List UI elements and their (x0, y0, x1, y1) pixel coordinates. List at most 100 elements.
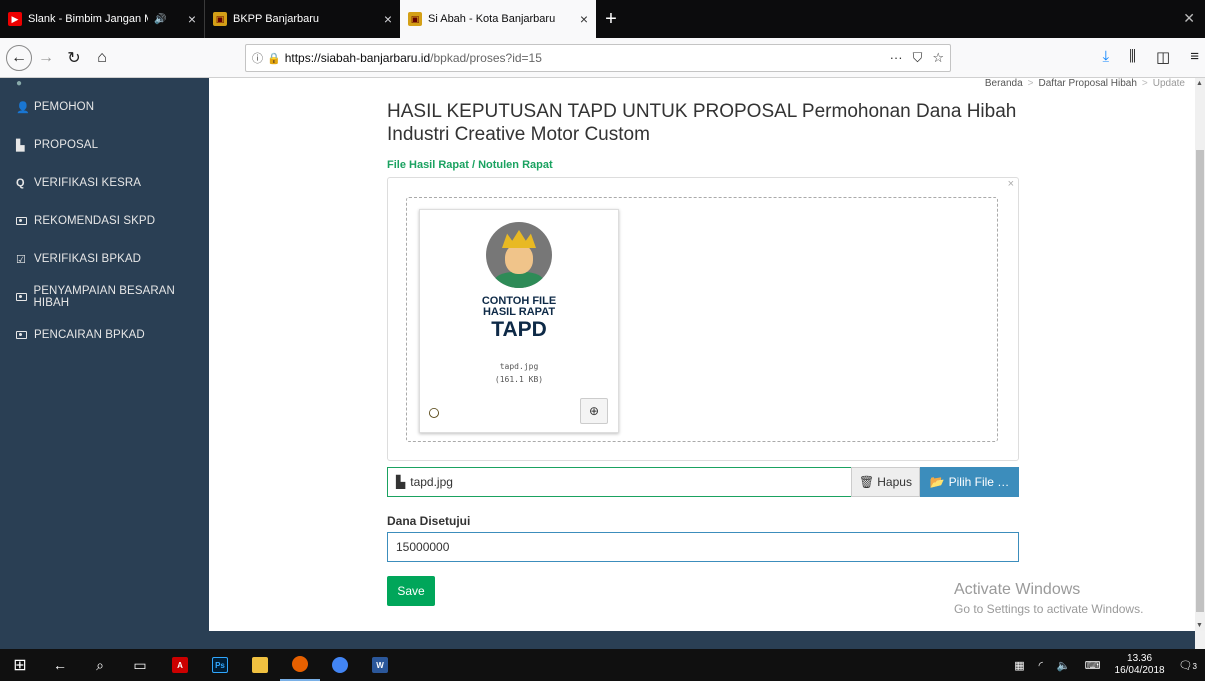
menu-icon[interactable]: ≡ (1190, 48, 1199, 66)
tab-slank[interactable]: ▶ Slank - Bimbim Jangan Me 🔊 × (0, 0, 204, 38)
breadcrumb-separator: > (1027, 78, 1034, 89)
breadcrumb-current: Update (1152, 78, 1185, 89)
wifi-icon[interactable]: ◜ (1039, 659, 1043, 672)
remove-file-button[interactable]: 🗑 Hapus (851, 467, 920, 497)
image-caption-line3: TAPD (491, 318, 547, 341)
tab-title: BKPP Banjarbaru (233, 13, 320, 25)
dana-field-label: Dana Disetujui (387, 514, 471, 528)
photoshop-icon[interactable]: Ps (200, 649, 240, 681)
chrome-icon[interactable] (320, 649, 360, 681)
sidebar-item-label: VERIFIKASI KESRA (34, 177, 142, 189)
breadcrumb: Beranda > Daftar Proposal Hibah > Update (985, 78, 1185, 89)
dana-input[interactable] (387, 532, 1019, 562)
task-view-icon[interactable]: ▭ (120, 649, 160, 681)
sidebar-item-label: VERIFIKASI BPKAD (34, 253, 142, 265)
close-preview-icon[interactable]: × (1008, 178, 1014, 190)
sidebar-item-pemohon[interactable]: 👤 PEMOHON (0, 88, 209, 126)
drag-handle-icon[interactable]: ⬤ (429, 408, 439, 418)
windows-start-icon[interactable]: ⊞ (0, 649, 40, 681)
tab-bkpp[interactable]: ▣ BKPP Banjarbaru × (204, 0, 400, 38)
keyboard-icon[interactable]: ⌨ (1085, 659, 1101, 672)
search-icon[interactable]: ⌕ (80, 649, 120, 681)
page-actions-icon[interactable]: ··· (890, 50, 903, 66)
info-icon[interactable]: ⓘ (252, 50, 263, 66)
sidebar-item-pencairan-bpkad[interactable]: PENCAIRAN BPKAD (0, 316, 209, 354)
sidebar: ● 👤 PEMOHON ▙ PROPOSAL Q VERIFIKASI KESR… (0, 78, 209, 631)
bookmark-star-icon[interactable]: ☆ (932, 50, 944, 66)
file-explorer-icon[interactable] (240, 649, 280, 681)
reload-button[interactable]: ↻ (60, 44, 88, 72)
back-arrow-icon[interactable]: ← (40, 649, 80, 681)
word-icon[interactable]: W (360, 649, 400, 681)
remove-file-label: Hapus (877, 475, 912, 489)
watermark-title: Activate Windows (954, 581, 1081, 598)
footer-strip-left (0, 631, 209, 649)
network-icon[interactable]: ▦ (1014, 659, 1024, 672)
file-field-label: File Hasil Rapat / Notulen Rapat (387, 159, 553, 171)
youtube-icon: ▶ (8, 12, 22, 26)
file-caption[interactable]: ▙ tapd.jpg (387, 467, 851, 497)
tab-siabah[interactable]: ▣ Si Abah - Kota Banjarbaru × (400, 0, 596, 38)
sidebar-toggle-icon[interactable]: ◫ (1156, 48, 1170, 66)
new-tab-button[interactable]: + (596, 0, 626, 38)
lock-icon[interactable]: 🔒 (267, 52, 281, 65)
firefox-icon[interactable] (280, 649, 320, 681)
browse-file-button[interactable]: 📂 Pilih File … (920, 467, 1019, 497)
file-input-group: ▙ tapd.jpg 🗑 Hapus 📂 Pilih File … (387, 467, 1019, 497)
breadcrumb-list[interactable]: Daftar Proposal Hibah (1039, 78, 1137, 89)
notification-icon[interactable]: 🗨3 (1179, 659, 1197, 672)
forward-button[interactable]: → (32, 44, 60, 72)
thumbnail-file-name: tapd.jpg (499, 362, 539, 371)
close-icon[interactable]: × (384, 11, 392, 27)
scroll-down-icon[interactable]: ▼ (1196, 622, 1203, 629)
file-icon: ▙ (16, 139, 25, 152)
home-button[interactable]: ⌂ (88, 44, 116, 72)
volume-icon[interactable]: 🔈 (1057, 659, 1071, 672)
save-button[interactable]: Save (387, 576, 435, 606)
toolbar-right: ⤓ ⫼ ◫ ≡ (1103, 48, 1200, 66)
sidebar-cut-item: ● (16, 78, 23, 88)
speaker-icon[interactable]: 🔊 (154, 14, 166, 25)
image-caption-line2: HASIL RAPAT (482, 306, 556, 318)
drop-zone[interactable]: CONTOH FILE HASIL RAPAT TAPD tapd.jpg (1… (406, 197, 998, 442)
scroll-up-icon[interactable]: ▲ (1196, 80, 1203, 87)
close-icon[interactable]: × (188, 11, 196, 27)
back-button[interactable]: ← (6, 44, 32, 71)
sidebar-item-label: PENCAIRAN BPKAD (34, 329, 145, 341)
check-square-icon: ☑ (16, 253, 26, 266)
system-tray: ▦ ◜ 🔈 ⌨ 13.36 16/04/2018 🗨3 (1014, 649, 1205, 681)
money-icon (16, 217, 34, 225)
window-close-icon[interactable]: ✕ (1183, 10, 1195, 27)
page-scrollbar[interactable]: ▲ ▼ (1195, 78, 1205, 631)
close-icon[interactable]: × (580, 11, 588, 27)
sidebar-item-label: PEMOHON (34, 101, 95, 113)
sidebar-item-rekomendasi-skpd[interactable]: REKOMENDASI SKPD (0, 202, 209, 240)
file-icon: ▙ (396, 475, 406, 489)
site-logo-icon: ▣ (408, 12, 422, 26)
sidebar-item-label: PROPOSAL (34, 139, 99, 151)
clock[interactable]: 13.36 16/04/2018 (1115, 653, 1165, 677)
money-icon (16, 331, 34, 339)
sidebar-item-verifikasi-kesra[interactable]: Q VERIFIKASI KESRA (0, 164, 209, 202)
browse-file-label: Pilih File … (948, 475, 1010, 489)
url-text[interactable]: https://siabah-banjarbaru.id/bpkad/prose… (285, 51, 542, 65)
url-bar[interactable]: ⓘ 🔒 https://siabah-banjarbaru.id/bpkad/p… (245, 44, 951, 72)
thumbnail-file-size: (161.1 KB) (494, 375, 544, 384)
page-title: HASIL KEPUTUSAN TAPD UNTUK PROPOSAL Perm… (387, 101, 1017, 145)
image-caption: CONTOH FILE HASIL RAPAT (420, 296, 618, 318)
trash-icon: 🗑 (859, 475, 875, 489)
sidebar-item-label: REKOMENDASI SKPD (34, 215, 156, 227)
watermark-subtitle: Go to Settings to activate Windows. (954, 602, 1144, 616)
download-icon[interactable]: ⤓ (1103, 48, 1110, 66)
sidebar-item-proposal[interactable]: ▙ PROPOSAL (0, 126, 209, 164)
folder-open-icon: 📂 (929, 475, 945, 489)
sidebar-item-penyampaian-besaran-hibah[interactable]: PENYAMPAIAN BESARAN HIBAH (0, 278, 209, 316)
scrollbar-thumb[interactable] (1196, 150, 1204, 612)
library-icon[interactable]: ⫼ (1129, 48, 1136, 66)
sidebar-item-verifikasi-bpkad[interactable]: ☑ VERIFIKASI BPKAD (0, 240, 209, 278)
acrobat-icon[interactable]: A (160, 649, 200, 681)
sidebar-item-label: PENYAMPAIAN BESARAN HIBAH (33, 285, 175, 309)
breadcrumb-home[interactable]: Beranda (985, 78, 1023, 89)
pocket-icon[interactable]: ⛉ (913, 50, 923, 66)
zoom-button[interactable]: ⊕ (580, 398, 608, 424)
